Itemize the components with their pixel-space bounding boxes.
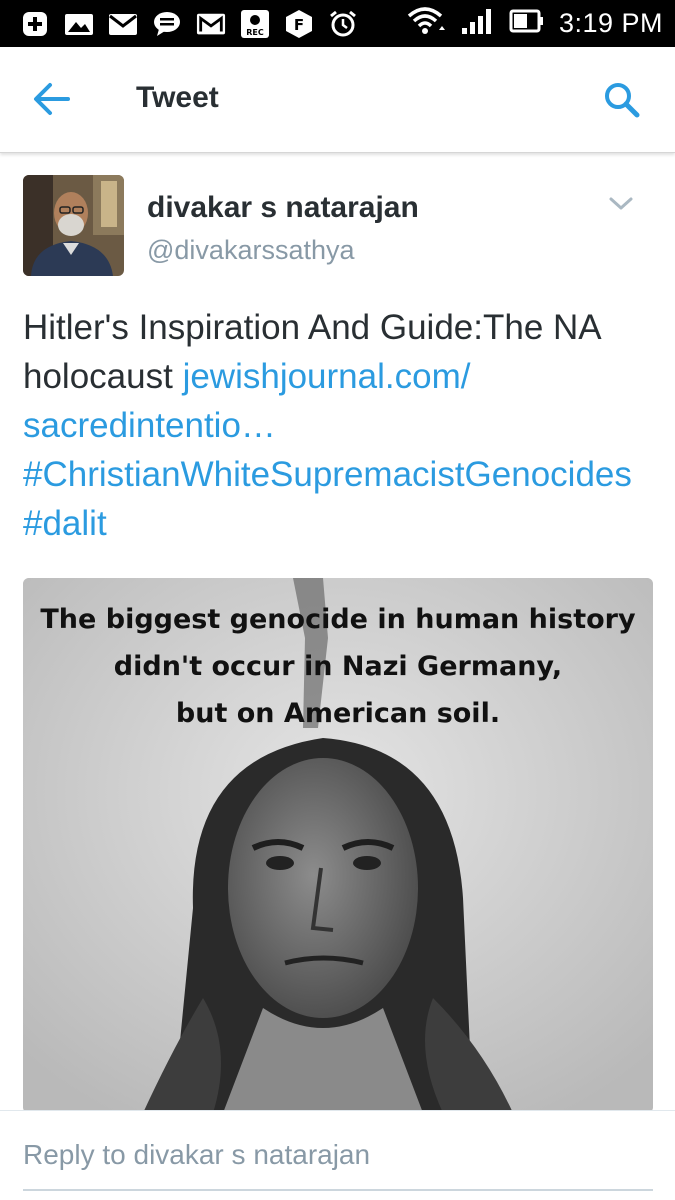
chevron-down-icon xyxy=(609,197,633,210)
app-bar: Tweet xyxy=(0,47,675,153)
facebook-icon: F xyxy=(284,9,314,39)
tweet-image[interactable]: The biggest genocide in human history di… xyxy=(23,578,653,1113)
gmail-icon xyxy=(196,9,226,39)
author-name[interactable]: divakar s natarajan xyxy=(147,191,419,225)
author-handle[interactable]: @divakarssathya xyxy=(147,235,355,266)
wifi-icon xyxy=(407,6,447,41)
tweet-options-button[interactable] xyxy=(606,191,636,217)
alarm-icon xyxy=(328,9,358,39)
hashtag-dalit[interactable]: #dalit xyxy=(23,504,107,543)
search-button[interactable] xyxy=(602,80,642,120)
battery-icon xyxy=(509,7,545,40)
reply-input[interactable]: Reply to divakar s natarajan xyxy=(23,1139,653,1191)
image-caption: The biggest genocide in human history di… xyxy=(23,596,653,737)
hashtag-christian-white-supremacist-genocides[interactable]: #ChristianWhiteSupremacistGenocides xyxy=(23,455,632,494)
status-bar: REC F 3:19 PM xyxy=(0,0,675,47)
search-icon xyxy=(605,83,640,118)
add-icon xyxy=(20,9,50,39)
image-caption-line: didn't occur in Nazi Germany, xyxy=(113,651,563,682)
avatar[interactable] xyxy=(23,175,124,276)
image-caption-line: but on American soil. xyxy=(175,698,501,729)
message-icon xyxy=(152,9,182,39)
clock-time: 3:19 PM xyxy=(558,8,663,38)
reply-bar: Reply to divakar s natarajan xyxy=(0,1110,675,1200)
back-button[interactable] xyxy=(32,81,72,117)
tweet-text: Hitler's Inspiration And Guide:The NA ho… xyxy=(23,303,663,548)
signal-icon xyxy=(461,7,495,40)
recorder-icon: REC xyxy=(240,9,270,39)
page-title: Tweet xyxy=(136,81,219,114)
back-arrow-icon xyxy=(34,83,70,115)
image-caption-line: The biggest genocide in human history xyxy=(40,604,636,635)
mail-icon xyxy=(108,9,138,39)
facebook-label: F xyxy=(294,16,304,34)
recorder-label: REC xyxy=(246,28,264,37)
image-icon xyxy=(64,9,94,39)
